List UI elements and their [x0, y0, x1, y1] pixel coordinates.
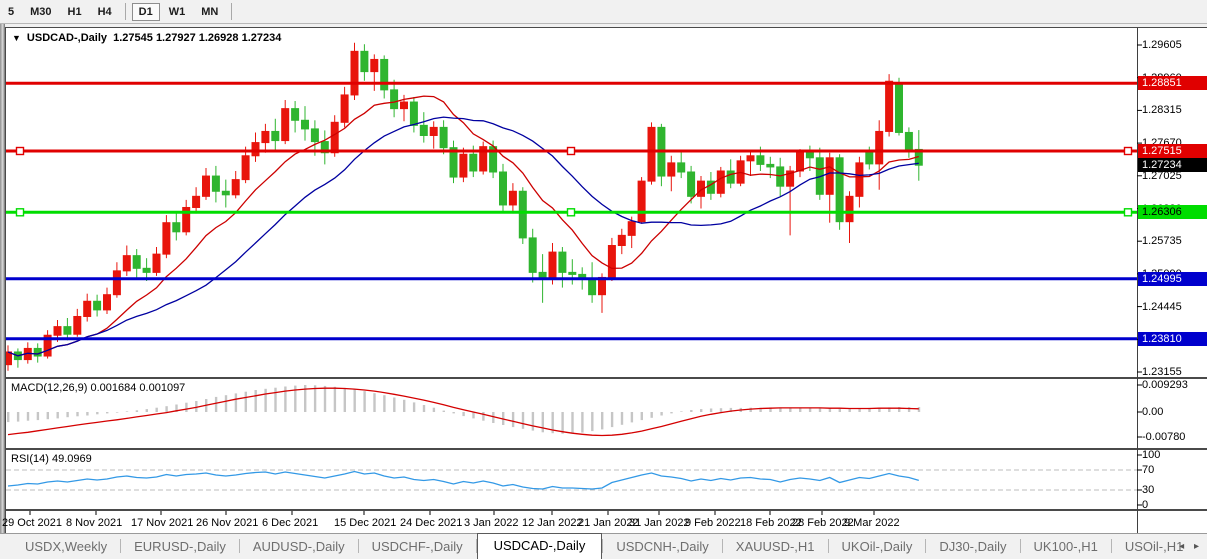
- line-drag-handle: [1125, 209, 1132, 216]
- chart-symbol-label: USDCAD-,Daily: [27, 32, 107, 44]
- horizontal-line-1.27515[interactable]: [6, 148, 1137, 155]
- tab-ukoil-daily[interactable]: UKOil-,Daily: [829, 535, 926, 559]
- macd-scale-label: 0.00: [1142, 406, 1163, 418]
- date-axis-label: 26 Nov 2021: [196, 517, 258, 529]
- date-axis-label: 15 Dec 2021: [334, 517, 396, 529]
- line-drag-handle: [17, 148, 24, 155]
- timeframe-button-H4[interactable]: H4: [91, 3, 119, 21]
- tab-scroll-right-icon[interactable]: ▸: [1194, 541, 1199, 552]
- macd-scale-label: 0.009293: [1142, 379, 1188, 391]
- macd-values: 0.001684 0.001097: [90, 382, 185, 394]
- chart-canvas: [0, 0, 1207, 559]
- mt4-window: 5M30H1H4 D1W1MN ▼ USDCAD-,Daily 1.27545 1.…: [0, 0, 1207, 559]
- date-axis-label: 6 Dec 2021: [262, 517, 318, 529]
- rsi-line: [8, 472, 919, 490]
- date-axis-label: 17 Nov 2021: [131, 517, 193, 529]
- date-axis-label: 24 Dec 2021: [400, 517, 462, 529]
- timeframe-button-W1[interactable]: W1: [162, 3, 193, 21]
- tab-xauusd-h1[interactable]: XAUUSD-,H1: [723, 535, 828, 559]
- timeframe-button-5[interactable]: 5: [1, 3, 21, 21]
- current-price-badge: 1.27234: [1138, 158, 1207, 172]
- tab-eurusd-daily[interactable]: EURUSD-,Daily: [121, 535, 239, 559]
- price-tick-label: 1.28315: [1142, 104, 1182, 116]
- line-drag-handle: [1125, 148, 1132, 155]
- rsi-scale-label: 70: [1142, 464, 1154, 476]
- line-drag-handle: [17, 209, 24, 216]
- chart-title: ▼ USDCAD-,Daily 1.27545 1.27927 1.26928 1…: [12, 32, 281, 44]
- support-price-badge: 1.23810: [1138, 332, 1207, 346]
- tab-usdcnh-daily[interactable]: USDCNH-,Daily: [603, 535, 721, 559]
- date-axis-label: 8 Nov 2021: [66, 517, 122, 529]
- support-price-badge: 1.24995: [1138, 272, 1207, 286]
- rsi-scale-label: 100: [1142, 449, 1160, 461]
- line-drag-handle: [568, 209, 575, 216]
- price-tick-label: 1.25735: [1142, 235, 1182, 247]
- date-axis-label: 3 Jan 2022: [464, 517, 518, 529]
- ma-fast-line: [8, 96, 919, 356]
- date-axis-label: 31 Jan 2022: [629, 517, 690, 529]
- tab-usdcad-daily[interactable]: USDCAD-,Daily: [477, 533, 603, 559]
- date-axis-label: 9 Mar 2022: [844, 517, 900, 529]
- price-tick-label: 1.29605: [1142, 39, 1182, 51]
- macd-label: MACD(12,26,9) 0.001684 0.001097: [11, 382, 185, 394]
- toolbar-separator: [231, 3, 232, 20]
- date-axis-label: 12 Jan 2022: [522, 517, 583, 529]
- tab-usdx-weekly[interactable]: USDX,Weekly: [12, 535, 120, 559]
- tab-scroll-arrows: ◂ ▸: [1172, 541, 1199, 552]
- rsi-label: RSI(14) 49.0969: [11, 453, 92, 465]
- resistance-price-badge: 1.28851: [1138, 76, 1207, 90]
- tab-uk100-h1[interactable]: UK100-,H1: [1021, 535, 1111, 559]
- tab-scroll-left-icon[interactable]: ◂: [1179, 541, 1184, 552]
- resistance-price-badge: 1.27515: [1138, 144, 1207, 158]
- chart-ohlc-values: 1.27545 1.27927 1.26928 1.27234: [113, 32, 281, 44]
- tab-audusd-daily[interactable]: AUDUSD-,Daily: [240, 535, 358, 559]
- candles-layer: [5, 43, 923, 371]
- timeframe-toolbar: 5M30H1H4 D1W1MN: [0, 0, 1207, 24]
- support-price-badge: 1.26306: [1138, 205, 1207, 219]
- price-tick-label: 1.24445: [1142, 301, 1182, 313]
- timeframe-button-MN[interactable]: MN: [194, 3, 225, 21]
- toolbar-separator: [125, 3, 126, 20]
- price-tick-label: 1.23155: [1142, 366, 1182, 378]
- tab-dj30-daily[interactable]: DJ30-,Daily: [926, 535, 1019, 559]
- macd-scale-label: -0.00780: [1142, 431, 1185, 443]
- rsi-scale-label: 0: [1142, 499, 1148, 511]
- date-axis-label: 9 Feb 2022: [685, 517, 741, 529]
- chart-dropdown-icon[interactable]: ▼: [12, 33, 21, 43]
- timeframe-button-H1[interactable]: H1: [61, 3, 89, 21]
- date-axis-label: 29 Oct 2021: [2, 517, 62, 529]
- horizontal-line-1.26306[interactable]: [6, 209, 1137, 216]
- line-drag-handle: [568, 148, 575, 155]
- timeframe-button-M30[interactable]: M30: [23, 3, 58, 21]
- rsi-scale-label: 30: [1142, 484, 1154, 496]
- tab-usdchf-daily[interactable]: USDCHF-,Daily: [359, 535, 476, 559]
- macd-signal-line: [8, 388, 919, 435]
- rsi-value: 49.0969: [52, 453, 92, 465]
- timeframe-button-D1[interactable]: D1: [132, 3, 160, 21]
- chart-tabs-bar: USDX,WeeklyEURUSD-,DailyAUDUSD-,DailyUSD…: [0, 533, 1207, 559]
